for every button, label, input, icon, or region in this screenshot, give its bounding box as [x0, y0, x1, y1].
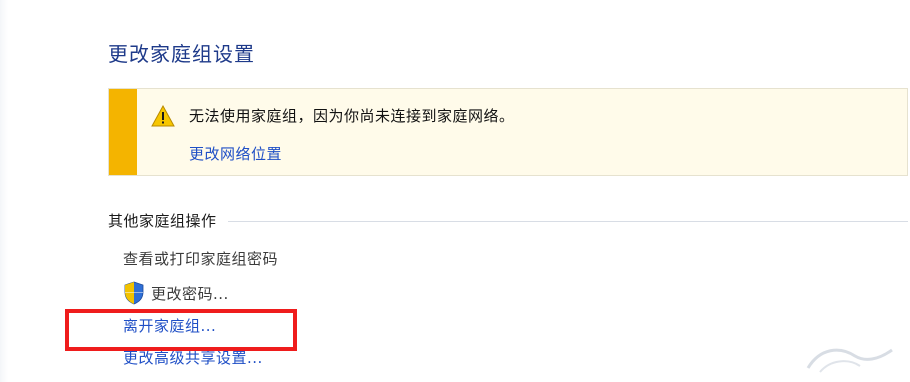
change-network-location-link[interactable]: 更改网络位置	[189, 143, 282, 164]
other-actions-heading: 其他家庭组操作	[108, 212, 217, 230]
window-left-edge	[0, 0, 8, 382]
uac-shield-icon	[124, 281, 144, 305]
page-title: 更改家庭组设置	[108, 42, 255, 66]
watermark-logo-icon	[806, 348, 893, 373]
warning-stripe	[109, 89, 137, 175]
change-password-label: 更改密码...	[151, 284, 229, 303]
advanced-sharing-link[interactable]: 更改高级共享设置...	[123, 347, 263, 368]
change-password-link[interactable]: 更改密码...	[123, 281, 229, 305]
leave-homegroup-link[interactable]: 离开家庭组...	[123, 315, 216, 336]
warning-infobar: 无法使用家庭组，因为你尚未连接到家庭网络。 更改网络位置	[108, 88, 908, 176]
section-divider	[228, 221, 908, 222]
warning-message: 无法使用家庭组，因为你尚未连接到家庭网络。	[189, 107, 515, 125]
warning-triangle-icon	[151, 105, 175, 127]
control-panel-page: 更改家庭组设置 无法使用家庭组，因为你尚未连接到家庭网络。 更改网络位置 其他家…	[0, 0, 910, 382]
view-print-password-link[interactable]: 查看或打印家庭组密码	[123, 248, 278, 269]
